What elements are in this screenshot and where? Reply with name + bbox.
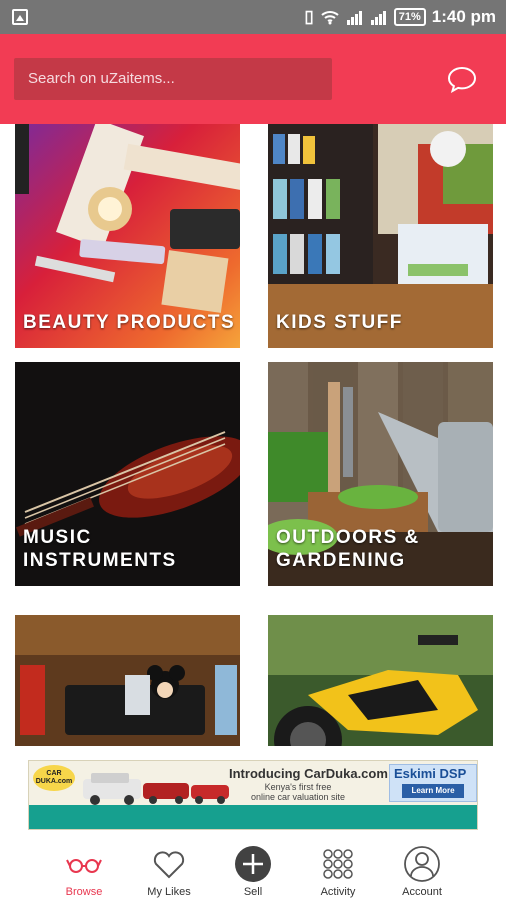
category-grid: BEAUTY PRODUCTS KIDS STUFF MUSIC INSTRUM… — [0, 124, 506, 746]
category-label: MUSIC INSTRUMENTS — [23, 527, 177, 571]
glasses-icon — [66, 859, 102, 873]
battery-icon: 71% — [393, 8, 426, 26]
wifi-icon — [321, 11, 339, 25]
grid-dots-icon — [323, 849, 353, 879]
nav-label: Browse — [65, 886, 103, 898]
category-outdoors-gardening[interactable]: OUTDOORS & GARDENING — [268, 362, 493, 586]
cars-image — [83, 773, 229, 805]
nav-activity[interactable]: Activity — [298, 844, 378, 898]
status-right: ▯ 71% 1:40 pm — [304, 7, 496, 27]
category-kids-stuff[interactable]: KIDS STUFF — [268, 124, 493, 348]
nav-label: Account — [402, 886, 442, 898]
category-label: KIDS STUFF — [276, 312, 403, 333]
nav-label: Sell — [243, 886, 263, 898]
ad-subline: Kenya's first free online car valuation … — [251, 782, 345, 802]
heart-icon — [153, 851, 185, 879]
nav-sell[interactable]: Sell — [213, 844, 293, 898]
ad-subline-2: online car valuation site — [251, 792, 346, 802]
nav-my-likes[interactable]: My Likes — [129, 844, 209, 898]
nav-account[interactable]: Account — [382, 844, 462, 898]
signal-icon — [370, 11, 386, 25]
signal-icon — [346, 11, 362, 25]
carduka-logo: CAR DUKA.com — [33, 765, 75, 791]
category-toys[interactable] — [15, 615, 240, 746]
user-circle-icon — [404, 846, 440, 882]
app-header: Search on uZaitems... — [0, 34, 506, 124]
vibrate-icon: ▯ — [304, 7, 314, 26]
category-label: BEAUTY PRODUCTS — [23, 312, 236, 333]
nav-browse[interactable]: Browse — [44, 844, 124, 898]
bottom-nav: Browse My Likes Sell Activity Account — [0, 838, 506, 900]
category-label: OUTDOORS & GARDENING — [276, 527, 420, 571]
motorbike-image — [268, 615, 493, 746]
ad-banner[interactable]: CAR DUKA.com Introducing CarDuka.com Ken… — [28, 760, 478, 830]
category-beauty-products[interactable]: BEAUTY PRODUCTS — [15, 124, 240, 348]
ad-headline: Introducing CarDuka.com — [229, 766, 388, 781]
status-time: 1:40 pm — [431, 7, 496, 26]
nav-label: My Likes — [147, 886, 191, 898]
status-bar: ▯ 71% 1:40 pm — [0, 0, 506, 34]
battery-level: 71 — [398, 11, 411, 23]
ad-subline-1: Kenya's first free — [264, 782, 332, 792]
ad-footer-bar — [29, 805, 477, 829]
image-icon — [12, 9, 28, 25]
category-vehicles[interactable] — [268, 615, 493, 746]
learn-more-button[interactable]: Learn More — [402, 784, 464, 798]
category-music-instruments[interactable]: MUSIC INSTRUMENTS — [15, 362, 240, 586]
nav-label: Activity — [320, 886, 356, 898]
eskimi-label: Eskimi DSP — [394, 766, 467, 781]
chat-bubble-icon[interactable] — [446, 65, 478, 93]
search-input[interactable]: Search on uZaitems... — [14, 58, 332, 100]
eskimi-badge: Eskimi DSP Learn More — [389, 764, 477, 802]
plus-circle-icon — [235, 846, 271, 882]
toys-image — [15, 615, 240, 746]
